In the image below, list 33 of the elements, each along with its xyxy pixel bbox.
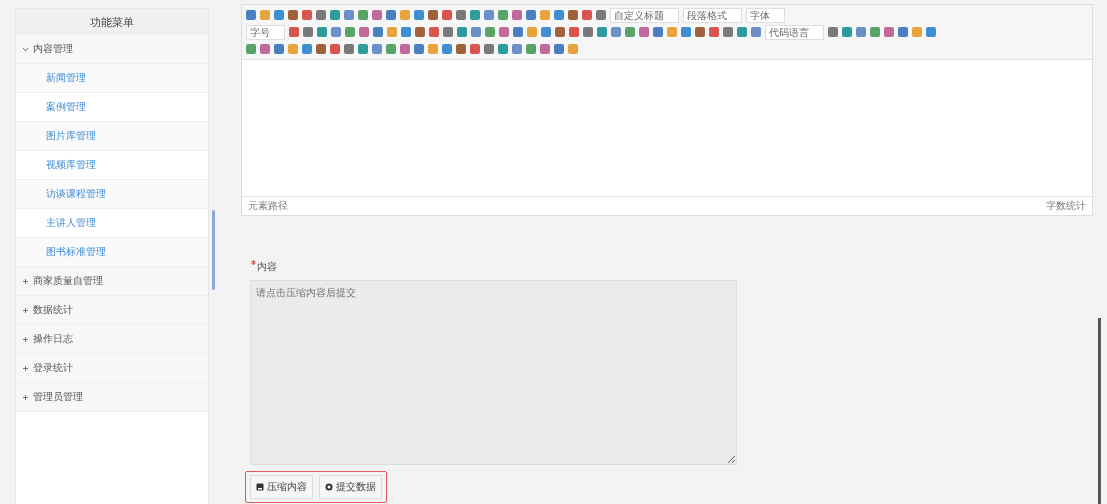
toolbar-dropdown[interactable]: 段落格式 [683, 7, 742, 23]
menu-item[interactable]: 新闻管理 [16, 64, 208, 93]
compress-button[interactable]: 压缩内容 [250, 475, 313, 499]
field-label: 内容 [257, 260, 277, 274]
circle-icon [325, 483, 333, 491]
toolbar-dropdown[interactable]: 字体 [746, 7, 785, 23]
plus-icon [22, 335, 29, 343]
plus-icon [22, 306, 29, 314]
scrollbar-thumb[interactable] [212, 210, 215, 290]
plus-icon [22, 277, 29, 285]
content-field[interactable]: 请点击压缩内容后提交 [250, 280, 737, 465]
menu-group[interactable]: 管理员管理 [16, 383, 208, 412]
menu-group[interactable]: 商家质量自管理 [16, 267, 208, 296]
plus-icon [22, 364, 29, 372]
toolbar-dropdown[interactable]: 自定义标题 [610, 7, 679, 23]
save-icon [256, 483, 264, 491]
menu-group[interactable]: 登录统计 [16, 354, 208, 383]
menu-item[interactable]: 访谈课程管理 [16, 180, 208, 209]
scrollbar-thumb[interactable] [1098, 318, 1101, 504]
menu-group[interactable]: 操作日志 [16, 325, 208, 354]
menu-item[interactable]: 图片库管理 [16, 122, 208, 151]
menu-group[interactable]: 内容管理 [16, 35, 208, 64]
menu-item[interactable]: 图书标准管理 [16, 238, 208, 267]
toolbar-dropdown[interactable]: 代码语言 [765, 24, 824, 40]
menu-group[interactable]: 数据统计 [16, 296, 208, 325]
rich-text-editor[interactable]: 自定义标题 段落格式 字体 字号 代码语言 元素路径 字数统计 [241, 4, 1093, 216]
submit-button[interactable]: 提交数据 [319, 475, 382, 499]
menu-title: 功能菜单 [16, 9, 208, 35]
word-count: 字数统计 [1046, 199, 1086, 213]
chevron-down-icon [22, 45, 29, 53]
toolbar-dropdown[interactable]: 字号 [246, 24, 285, 40]
plus-icon [22, 393, 29, 401]
element-path: 元素路径 [248, 199, 288, 213]
